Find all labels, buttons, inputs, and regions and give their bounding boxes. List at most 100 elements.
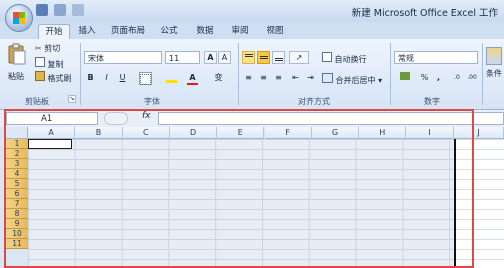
cut-button[interactable]: ✂ 剪切 — [35, 43, 60, 54]
underline-button[interactable]: U — [116, 72, 129, 85]
alignment-group-label: 对齐方式 — [298, 97, 330, 106]
row-header[interactable]: 6 — [6, 189, 28, 199]
select-all-corner[interactable] — [6, 127, 28, 139]
fill-color-button[interactable] — [165, 72, 178, 85]
column-header[interactable]: J — [454, 127, 504, 139]
font-group-label: 字体 — [144, 97, 160, 106]
italic-button[interactable]: I — [100, 72, 113, 85]
format-painter-button[interactable]: 格式刷 — [35, 71, 72, 84]
column-header[interactable]: G — [311, 127, 360, 139]
shrink-font-button[interactable]: A — [218, 51, 231, 64]
tab-review[interactable]: 审阅 — [227, 24, 253, 38]
cell-grid-right[interactable] — [456, 139, 504, 268]
redo-icon[interactable] — [71, 4, 84, 16]
number-format-select[interactable]: 常规 — [394, 51, 478, 64]
font-color-letter: A — [189, 73, 196, 82]
borders-button[interactable] — [139, 72, 152, 85]
column-header[interactable]: I — [406, 127, 454, 139]
align-left-button[interactable]: ≡ — [242, 72, 255, 85]
increase-indent-button[interactable]: ⇥ — [304, 72, 317, 85]
separator — [482, 43, 483, 105]
separator — [390, 43, 391, 105]
increase-decimal-button[interactable]: .0 — [450, 72, 464, 85]
merge-icon — [322, 73, 333, 83]
align-bottom-button[interactable] — [272, 51, 285, 64]
decrease-decimal-button[interactable]: .00 — [465, 72, 479, 85]
font-color-button[interactable]: A — [186, 72, 199, 85]
font-size-select[interactable]: 11 — [165, 51, 200, 64]
wrap-text-button[interactable]: 自动换行 — [322, 52, 367, 65]
row-header[interactable]: 7 — [6, 199, 28, 209]
accounting-format-button[interactable] — [394, 72, 416, 85]
column-header[interactable]: D — [169, 127, 218, 139]
row-header[interactable]: 10 — [6, 229, 28, 239]
window-title: 新建 Microsoft Office Excel 工作 — [351, 8, 498, 19]
name-box[interactable]: A1 — [6, 112, 98, 125]
tab-insert[interactable]: 插入 — [74, 24, 100, 38]
align-right-button[interactable]: ≡ — [272, 72, 285, 85]
row-header[interactable]: 5 — [6, 179, 28, 189]
paste-label: 粘贴 — [8, 72, 24, 81]
fx-icon[interactable]: fx — [142, 111, 151, 121]
number-group-label: 数字 — [424, 97, 440, 106]
save-icon[interactable] — [36, 4, 48, 16]
align-top-button[interactable] — [242, 51, 255, 64]
merge-center-label: 合并后居中 — [335, 76, 376, 85]
fill-bucket-icon — [166, 80, 177, 83]
row-header[interactable]: 4 — [6, 169, 28, 179]
cut-label: 剪切 — [44, 44, 61, 53]
tab-home[interactable]: 开始 — [38, 24, 70, 39]
align-middle-button[interactable] — [257, 51, 270, 64]
decrease-indent-button[interactable]: ⇤ — [289, 72, 302, 85]
cell-grid[interactable] — [28, 139, 454, 268]
row-header[interactable]: 3 — [6, 159, 28, 169]
scissors-icon: ✂ — [35, 44, 42, 53]
conditional-format-icon — [486, 47, 502, 65]
separator — [80, 43, 81, 105]
column-header[interactable]: A — [28, 127, 76, 139]
formula-input[interactable] — [158, 112, 504, 125]
column-header[interactable]: F — [264, 127, 312, 139]
currency-icon — [400, 72, 410, 80]
bold-button[interactable]: B — [84, 72, 97, 85]
column-header[interactable]: B — [75, 127, 123, 139]
copy-button[interactable]: 复制 — [35, 57, 64, 70]
grow-font-button[interactable]: A — [204, 51, 217, 64]
undo-icon[interactable] — [53, 4, 66, 16]
copy-icon — [35, 57, 45, 67]
tab-formulas[interactable]: 公式 — [156, 24, 182, 38]
row-header[interactable]: 1 — [6, 139, 28, 149]
conditional-formatting-label: 条件 — [486, 69, 502, 78]
office-button[interactable] — [5, 4, 33, 32]
font-color-bar-icon — [187, 83, 198, 85]
column-header[interactable]: H — [359, 127, 407, 139]
row-header[interactable]: 8 — [6, 209, 28, 219]
conditional-formatting-button[interactable]: 条件 — [486, 47, 502, 79]
tab-data[interactable]: 数据 — [192, 24, 218, 38]
merge-center-button[interactable]: 合并后居中 ▾ — [322, 73, 382, 86]
font-name-select[interactable]: 宋体 — [84, 51, 162, 64]
percent-button[interactable]: % — [418, 72, 431, 85]
align-center-button[interactable]: ≡ — [257, 72, 270, 85]
clipboard-dialog-launcher-icon[interactable]: ↘ — [68, 95, 76, 103]
wrap-text-label: 自动换行 — [334, 55, 367, 64]
tab-page-layout[interactable]: 页面布局 — [108, 24, 148, 38]
row-header[interactable]: 9 — [6, 219, 28, 229]
format-painter-label: 格式刷 — [47, 74, 72, 83]
align-top-icon — [244, 54, 253, 55]
copy-label: 复制 — [47, 60, 64, 69]
orientation-button[interactable]: ↗ — [289, 51, 309, 64]
comma-button[interactable]: , — [432, 72, 445, 85]
column-header[interactable]: E — [217, 127, 265, 139]
wrap-text-icon — [322, 52, 332, 62]
border-icon — [140, 74, 151, 85]
row-header[interactable]: 11 — [6, 239, 28, 249]
tab-view[interactable]: 视图 — [262, 24, 288, 38]
ribbon: 粘贴 ✂ 剪切 复制 格式刷 剪贴板 ↘ 宋体 11 A A B I U A 变… — [0, 39, 504, 110]
phonetic-button[interactable]: 变 — [212, 72, 225, 85]
row-header[interactable]: 2 — [6, 149, 28, 159]
selected-cell-a1[interactable] — [28, 139, 72, 149]
column-header[interactable]: C — [122, 127, 170, 139]
paste-button[interactable]: 粘贴 — [6, 43, 28, 89]
brush-icon — [35, 71, 45, 81]
